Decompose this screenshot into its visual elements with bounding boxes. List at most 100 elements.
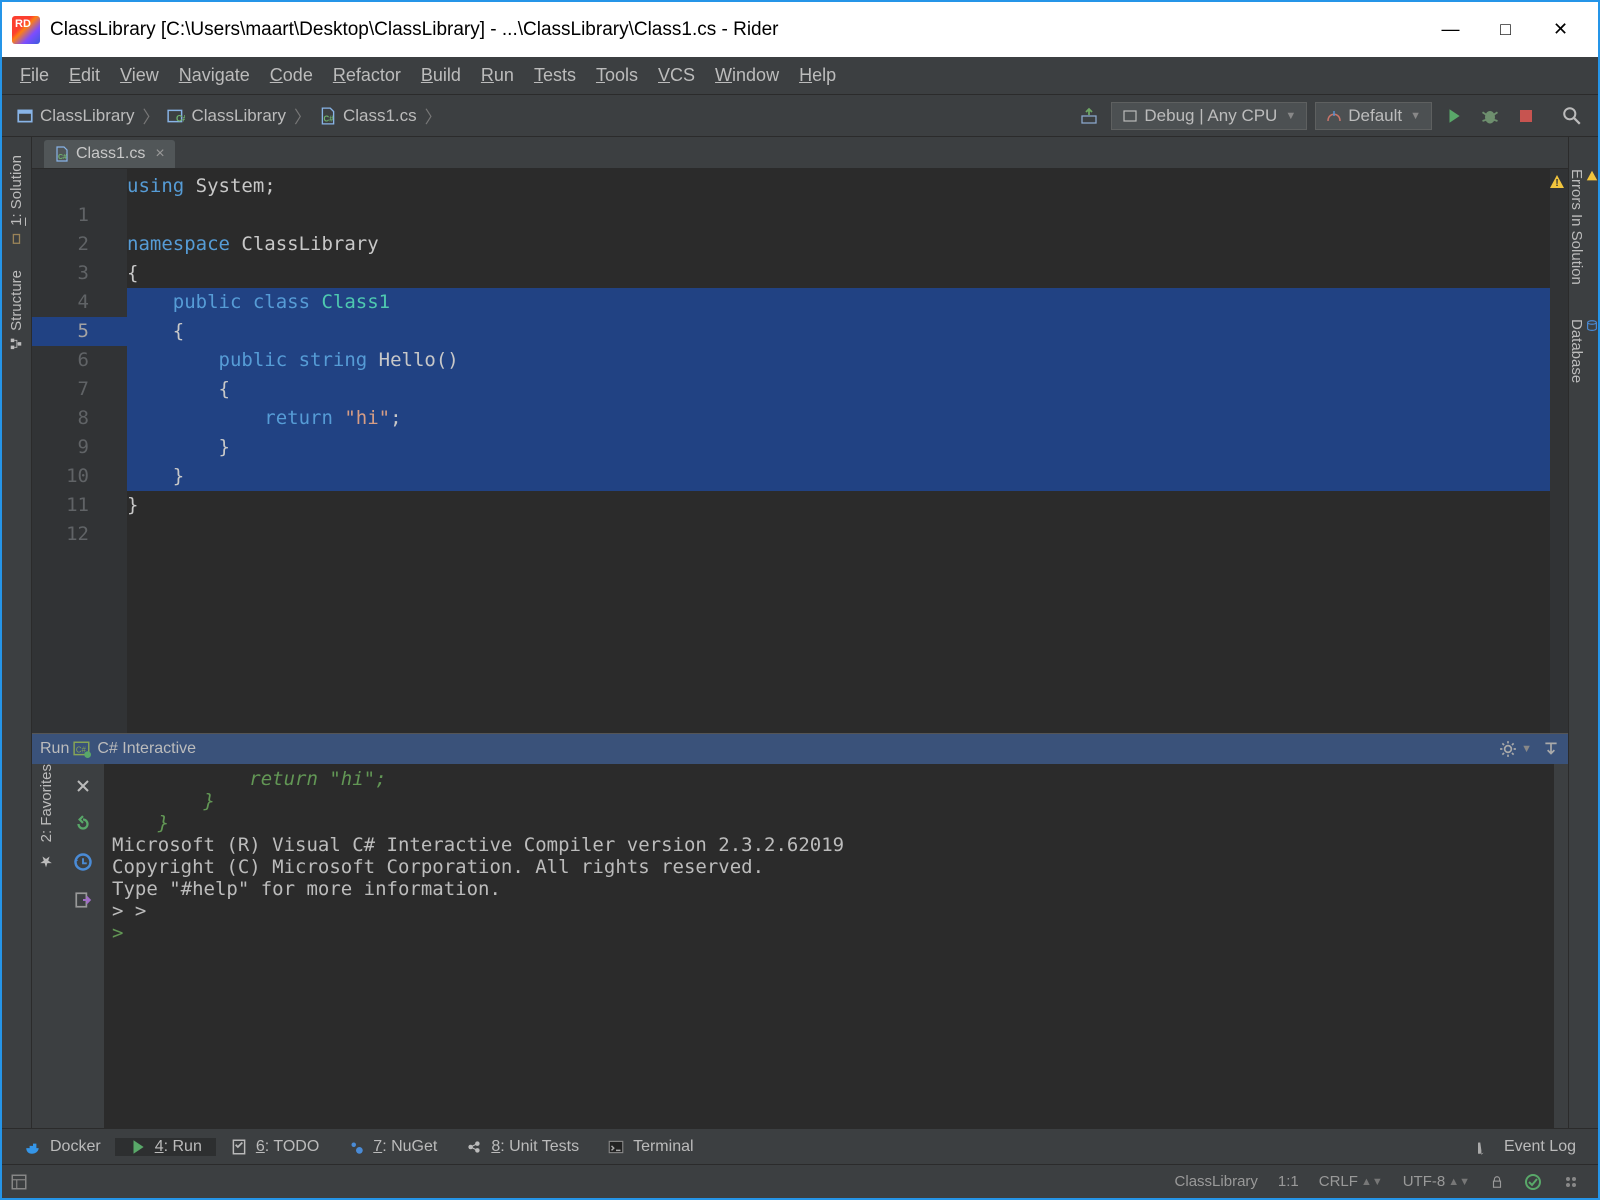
breadcrumb-file[interactable]: C# Class1.cs xyxy=(313,106,423,126)
run-button[interactable] xyxy=(1440,102,1468,130)
menu-help[interactable]: Help xyxy=(789,65,846,86)
window-title: ClassLibrary [C:\Users\maart\Desktop\Cla… xyxy=(50,19,1423,41)
menu-vcs[interactable]: VCS xyxy=(648,65,705,86)
bottom-tab-6-todo[interactable]: 6: TODO xyxy=(216,1138,333,1156)
svg-text:!: ! xyxy=(1555,178,1558,189)
menu-tools[interactable]: Tools xyxy=(586,65,648,86)
profile-icon xyxy=(1326,108,1342,124)
build-icon[interactable] xyxy=(1075,102,1103,130)
bottom-tab-8-unit-tests[interactable]: 8: Unit Tests xyxy=(451,1138,593,1156)
editor-tabs: C# Class1.cs × xyxy=(32,137,1568,169)
status-eol[interactable]: CRLF▲▼ xyxy=(1309,1173,1393,1190)
menu-edit[interactable]: Edit xyxy=(59,65,110,86)
code-line[interactable]: { xyxy=(127,259,1550,288)
status-ok-icon[interactable] xyxy=(1514,1173,1552,1191)
solution-icon xyxy=(16,107,34,125)
code-line[interactable]: { xyxy=(127,317,1550,346)
status-bar: ClassLibrary 1:1 CRLF▲▼ UTF-8▲▼ xyxy=(2,1164,1598,1198)
code-line[interactable]: using System; xyxy=(127,172,1550,201)
code-line[interactable]: public class Class1 xyxy=(127,288,1550,317)
code-line[interactable]: } xyxy=(127,462,1550,491)
main-area: 1: Solution Structure C# Class1.cs × 123… xyxy=(2,137,1598,1128)
tab-close-icon[interactable]: × xyxy=(155,145,164,163)
favorites-tool-tab[interactable]: ★ 2: Favorites xyxy=(38,764,56,1041)
code-editor[interactable]: 123456789101112 using System;namespace C… xyxy=(32,169,1568,733)
menu-view[interactable]: View xyxy=(110,65,169,86)
rerun-button[interactable] xyxy=(71,812,95,836)
breadcrumb-label: ClassLibrary xyxy=(40,106,134,126)
code-line[interactable]: { xyxy=(127,375,1550,404)
menu-navigate[interactable]: Navigate xyxy=(169,65,260,86)
window-titlebar: ClassLibrary [C:\Users\maart\Desktop\Cla… xyxy=(2,2,1598,57)
status-indicator-icon[interactable] xyxy=(1552,1173,1590,1191)
history-button[interactable] xyxy=(71,850,95,874)
close-button[interactable]: ✕ xyxy=(1533,19,1588,40)
menu-run[interactable]: Run xyxy=(471,65,524,86)
status-caret-pos[interactable]: 1:1 xyxy=(1268,1173,1309,1190)
dropdown-label: Debug | Any CPU xyxy=(1144,106,1277,126)
run-panel-header[interactable]: Run C# C# Interactive ▼ xyxy=(32,734,1568,764)
stop-button[interactable] xyxy=(1512,102,1540,130)
menu-tests[interactable]: Tests xyxy=(524,65,586,86)
status-encoding[interactable]: UTF-8▲▼ xyxy=(1393,1173,1480,1190)
code-line[interactable] xyxy=(127,201,1550,230)
export-button[interactable] xyxy=(71,888,95,912)
profile-dropdown[interactable]: Default ▼ xyxy=(1315,102,1432,130)
status-context[interactable]: ClassLibrary xyxy=(1165,1173,1268,1190)
solution-tool-tab[interactable]: 1: Solution xyxy=(8,143,25,258)
warning-badge-icon: ! xyxy=(1548,173,1566,191)
bottom-tool-tabs: Docker4: Run6: TODO7: NuGet8: Unit Tests… xyxy=(2,1128,1598,1164)
gear-icon[interactable] xyxy=(1499,740,1517,758)
code-line[interactable]: return "hi"; xyxy=(127,404,1550,433)
run-config-dropdown[interactable]: Debug | Any CPU ▼ xyxy=(1111,102,1307,130)
structure-tool-tab[interactable]: Structure xyxy=(8,258,25,363)
code-line[interactable]: namespace ClassLibrary xyxy=(127,230,1550,259)
bottom-tab-4-run[interactable]: 4: Run xyxy=(115,1138,216,1156)
database-icon xyxy=(1585,319,1599,333)
status-lock-icon[interactable] xyxy=(1480,1175,1514,1189)
tool-windows-icon[interactable] xyxy=(10,1173,28,1191)
code-body[interactable]: using System;namespace ClassLibrary{ pub… xyxy=(127,169,1550,733)
run-header-label: Run xyxy=(40,740,69,758)
bottom-tab-docker[interactable]: Docker xyxy=(10,1138,115,1156)
breadcrumb-project[interactable]: C# ClassLibrary xyxy=(161,106,291,126)
scrollbar-stub[interactable] xyxy=(1554,764,1568,1128)
code-line[interactable]: public string Hello() xyxy=(127,346,1550,375)
close-session-button[interactable] xyxy=(71,774,95,798)
navigation-bar: ClassLibrary 〉 C# ClassLibrary 〉 C# Clas… xyxy=(2,95,1598,137)
menu-build[interactable]: Build xyxy=(411,65,471,86)
hide-panel-icon[interactable] xyxy=(1542,740,1560,758)
breadcrumb-solution[interactable]: ClassLibrary xyxy=(10,106,140,126)
debug-button[interactable] xyxy=(1476,102,1504,130)
breadcrumb-label: Class1.cs xyxy=(343,106,417,126)
minimize-button[interactable]: — xyxy=(1423,19,1478,40)
warning-icon xyxy=(1585,169,1599,183)
menu-file[interactable]: File xyxy=(10,65,59,86)
search-everywhere-button[interactable] xyxy=(1558,102,1586,130)
menu-code[interactable]: Code xyxy=(260,65,323,86)
code-line[interactable]: } xyxy=(127,491,1550,520)
menu-window[interactable]: Window xyxy=(705,65,789,86)
errors-tool-tab[interactable]: Errors In Solution xyxy=(1568,157,1599,297)
bottom-tab-terminal[interactable]: Terminal xyxy=(593,1138,707,1156)
csharp-interactive-icon: C# xyxy=(73,740,91,758)
menu-refactor[interactable]: Refactor xyxy=(323,65,411,86)
caret-down-icon: ▼ xyxy=(1410,110,1421,122)
event-log-button[interactable]: Event Log xyxy=(1464,1138,1590,1156)
favorites-strip: ★ 2: Favorites xyxy=(32,764,62,1128)
editor-column: C# Class1.cs × 123456789101112 using Sys… xyxy=(32,137,1568,1128)
breadcrumb-label: ClassLibrary xyxy=(191,106,285,126)
rider-app-icon xyxy=(12,16,40,44)
solution-icon xyxy=(10,232,24,246)
config-icon xyxy=(1122,108,1138,124)
code-line[interactable]: } xyxy=(127,433,1550,462)
editor-tab[interactable]: C# Class1.cs × xyxy=(44,140,175,168)
breadcrumb-separator-icon: 〉 xyxy=(425,103,442,128)
header-caret-icon[interactable]: ▼ xyxy=(1521,743,1532,755)
structure-icon xyxy=(10,337,24,351)
main-menu: FileEditViewNavigateCodeRefactorBuildRun… xyxy=(2,57,1598,95)
database-tool-tab[interactable]: Database xyxy=(1568,307,1599,395)
maximize-button[interactable]: □ xyxy=(1478,19,1533,40)
console-output[interactable]: return "hi"; } }Microsoft (R) Visual C# … xyxy=(104,764,1554,1128)
bottom-tab-7-nuget[interactable]: 7: NuGet xyxy=(333,1138,451,1156)
